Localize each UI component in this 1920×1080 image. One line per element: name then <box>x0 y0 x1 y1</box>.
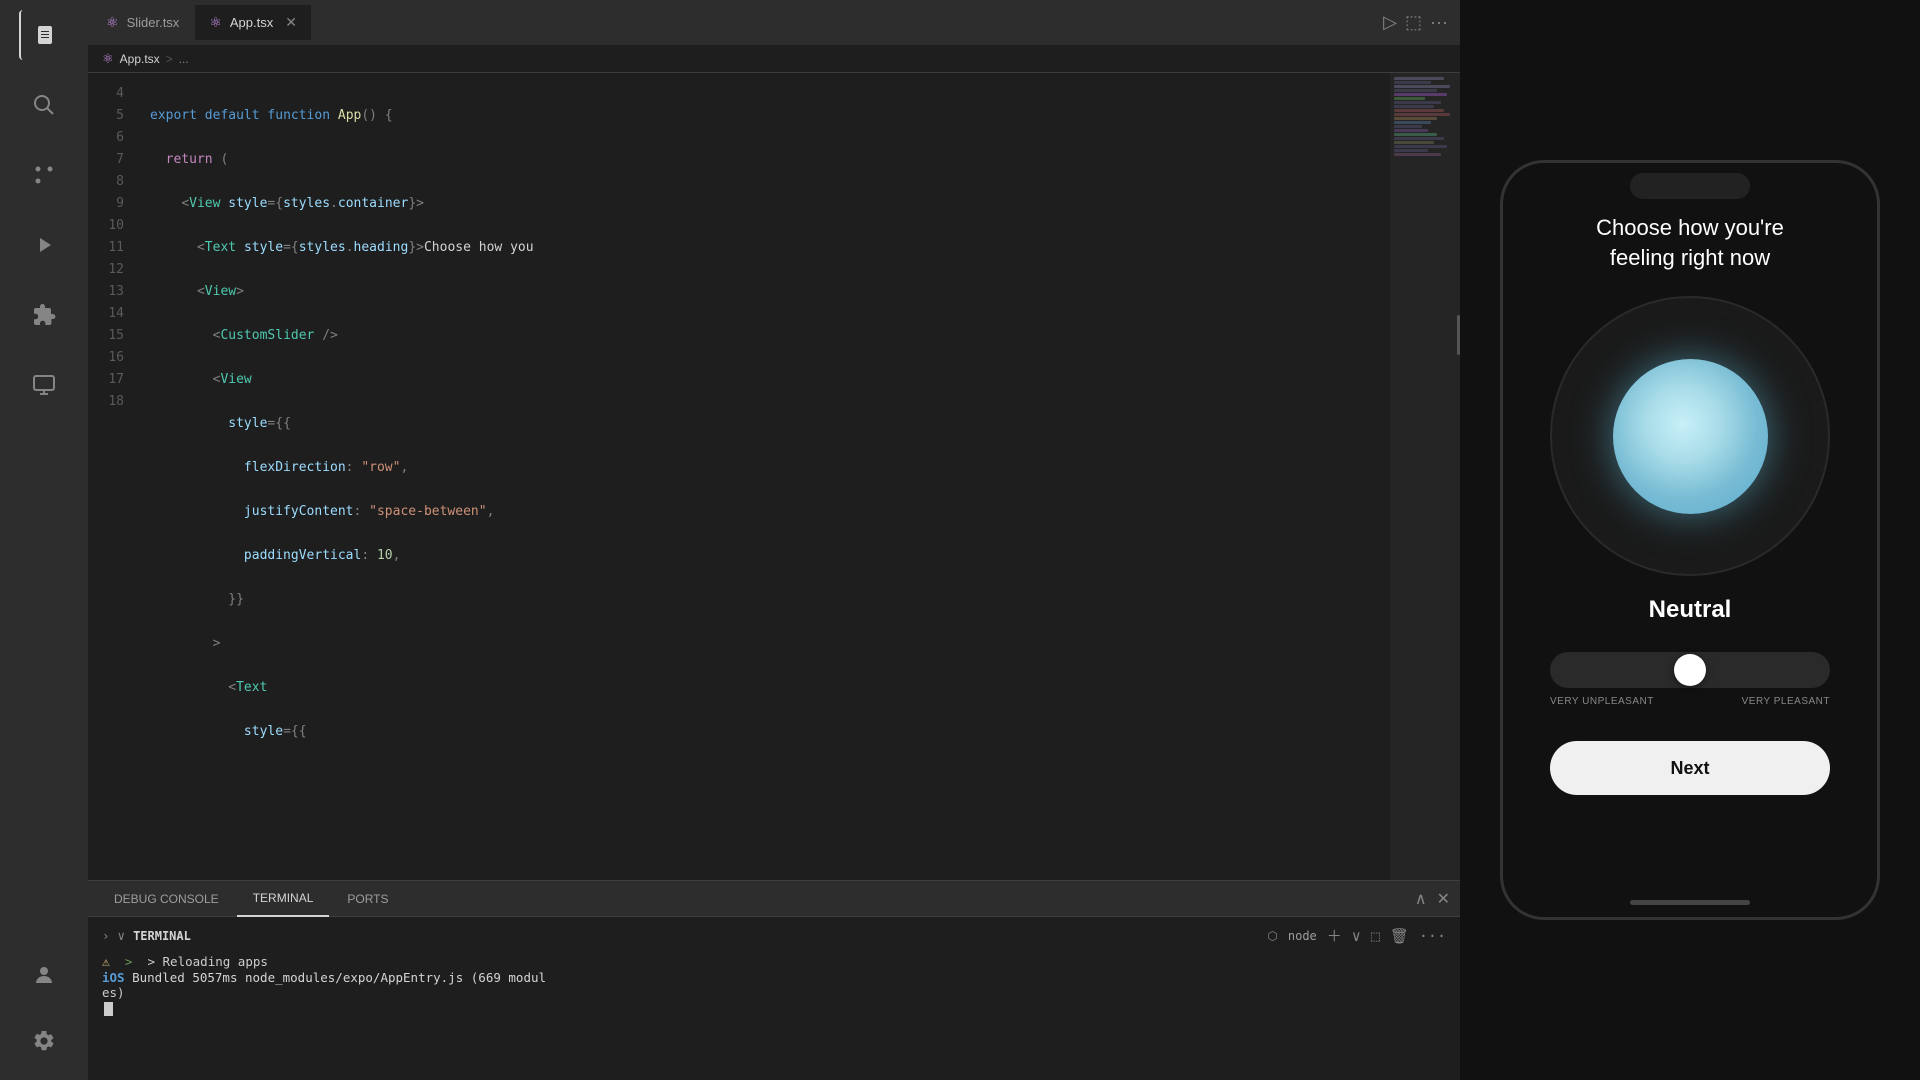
line-numbers: 4 5 6 7 8 9 10 11 12 13 14 15 16 17 18 <box>88 73 136 880</box>
kill-terminal-button[interactable]: 🗑 <box>1390 927 1409 945</box>
run-debug-icon[interactable] <box>19 220 69 270</box>
terminal-line1-text: > Reloading apps <box>147 954 267 969</box>
debug-console-tab[interactable]: DEBUG CONSOLE <box>98 881 235 917</box>
breadcrumb-file[interactable]: App.tsx <box>120 52 160 66</box>
next-button[interactable]: Next <box>1550 741 1830 795</box>
remote-icon[interactable] <box>19 360 69 410</box>
bottom-panel: DEBUG CONSOLE TERMINAL PORTS ∧ ✕ › ∨ TER… <box>88 880 1460 1080</box>
react-icon: ⚛ <box>106 14 119 31</box>
phone-home-indicator <box>1630 900 1750 905</box>
files-icon[interactable] <box>19 10 69 60</box>
terminal-more-button[interactable]: ··· <box>1419 927 1446 945</box>
slider-track[interactable] <box>1550 652 1830 688</box>
next-button-label: Next <box>1670 758 1709 779</box>
bundled-text: Bundled 5057ms node_modules/expo/AppEntr… <box>132 970 546 985</box>
tab-label-active: App.tsx <box>230 15 273 30</box>
ios-label: iOS <box>102 970 125 985</box>
terminal-line-3: es) <box>102 985 1446 1000</box>
terminal-line-2: iOS Bundled 5057ms node_modules/expo/App… <box>102 970 1446 985</box>
terminal-expand-icon[interactable]: ∨ <box>118 928 126 943</box>
account-icon[interactable] <box>19 950 69 1000</box>
slider-label-left: VERY UNPLEASANT <box>1550 696 1654 707</box>
tab-actions: ▷ ⬚ ··· <box>1383 12 1456 33</box>
mood-slider-container[interactable]: VERY UNPLEASANT VERY PLEASANT <box>1550 652 1830 707</box>
panel-tabs: DEBUG CONSOLE TERMINAL PORTS ∧ ✕ <box>88 881 1460 917</box>
terminal-header: › ∨ TERMINAL ⬡ node ＋ ∨ ⬚ 🗑 ··· <box>102 925 1446 946</box>
terminal-line-1: ⚠ > > Reloading apps <box>102 954 1446 970</box>
split-terminal-button[interactable]: ⬚ <box>1371 927 1380 945</box>
terminal-label: TERMINAL <box>133 929 191 943</box>
breadcrumb: ⚛ App.tsx > ... <box>88 45 1460 73</box>
terminal-actions: ⬡ node ＋ ∨ ⬚ 🗑 ··· <box>1267 925 1446 946</box>
extensions-icon[interactable] <box>19 290 69 340</box>
react-breadcrumb-icon: ⚛ <box>102 51 114 67</box>
breadcrumb-rest[interactable]: ... <box>179 52 189 66</box>
more-actions-button[interactable]: ··· <box>1430 12 1448 33</box>
terminal-line3-text: es) <box>102 985 125 1000</box>
mood-circle <box>1613 359 1768 514</box>
terminal-down-icon[interactable]: ∨ <box>1352 927 1361 945</box>
terminal-chevron[interactable]: › <box>102 928 110 943</box>
tab-close-button[interactable]: ✕ <box>285 14 297 31</box>
tab-label: Slider.tsx <box>127 15 180 30</box>
mood-label: Neutral <box>1649 596 1732 624</box>
slider-label-right: VERY PLEASANT <box>1742 696 1830 707</box>
split-editor-button[interactable]: ⬚ <box>1405 12 1422 33</box>
ports-tab[interactable]: PORTS <box>331 881 404 917</box>
tab-app-tsx[interactable]: ⚛ App.tsx ✕ <box>195 5 311 40</box>
code-editor: 4 5 6 7 8 9 10 11 12 13 14 15 16 17 18 e… <box>88 73 1460 880</box>
source-control-icon[interactable] <box>19 150 69 200</box>
code-content[interactable]: export default function App() { return (… <box>136 73 1390 880</box>
minimap <box>1390 73 1460 880</box>
phone-frame: Choose how you'refeeling right now Neutr… <box>1500 160 1880 920</box>
add-terminal-button[interactable]: ＋ <box>1327 925 1342 946</box>
panel-tab-actions: ∧ ✕ <box>1415 889 1450 909</box>
activity-bar <box>0 0 88 1080</box>
terminal-shell-label: ⬡ <box>1267 929 1277 943</box>
phone-area: Choose how you'refeeling right now Neutr… <box>1460 0 1920 1080</box>
mood-circle-container <box>1550 296 1830 576</box>
terminal-cursor <box>104 1002 113 1016</box>
slider-labels: VERY UNPLEASANT VERY PLEASANT <box>1550 696 1830 707</box>
breadcrumb-sep: > <box>166 52 173 66</box>
settings-icon[interactable] <box>19 1016 69 1066</box>
search-icon[interactable] <box>19 80 69 130</box>
terminal-tab[interactable]: TERMINAL <box>237 881 330 917</box>
panel-collapse-button[interactable]: ∧ <box>1415 889 1427 909</box>
panel-close-button[interactable]: ✕ <box>1437 889 1450 909</box>
tab-slider-tsx[interactable]: ⚛ Slider.tsx <box>92 5 193 40</box>
phone-heading: Choose how you'refeeling right now <box>1596 213 1784 272</box>
terminal-shell-name: node <box>1288 929 1317 943</box>
run-button[interactable]: ▷ <box>1383 12 1397 33</box>
editor-area: ⚛ Slider.tsx ⚛ App.tsx ✕ ▷ ⬚ ··· ⚛ App.t… <box>88 0 1460 1080</box>
terminal-cursor-line <box>102 1000 1446 1016</box>
terminal-prompt: > <box>125 954 133 969</box>
react-icon-active: ⚛ <box>209 14 222 31</box>
phone-notch <box>1630 173 1750 199</box>
warning-icon: ⚠ <box>102 955 110 970</box>
terminal-content[interactable]: › ∨ TERMINAL ⬡ node ＋ ∨ ⬚ 🗑 ··· ⚠ <box>88 917 1460 1080</box>
tab-bar: ⚛ Slider.tsx ⚛ App.tsx ✕ ▷ ⬚ ··· <box>88 0 1460 45</box>
slider-thumb[interactable] <box>1674 654 1706 686</box>
